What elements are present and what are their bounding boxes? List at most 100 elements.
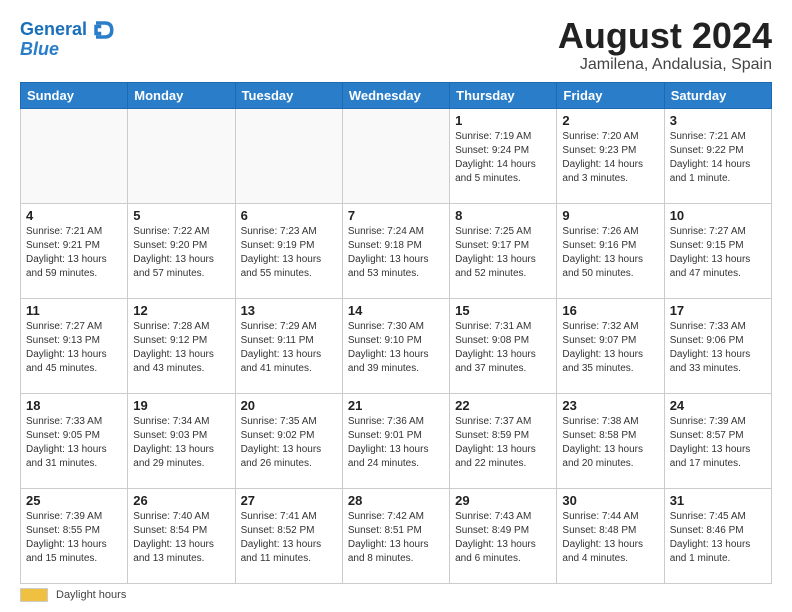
table-row: 1 Sunrise: 7:19 AM Sunset: 9:24 PM Daylig… xyxy=(450,108,557,203)
table-row: 21 Sunrise: 7:36 AM Sunset: 9:01 PM Dayli… xyxy=(342,393,449,488)
day-info: Sunrise: 7:26 AM Sunset: 9:16 PM Dayligh… xyxy=(562,225,658,281)
day-info: Sunrise: 7:31 AM Sunset: 9:08 PM Dayligh… xyxy=(455,320,551,376)
col-saturday: Saturday xyxy=(664,82,771,108)
table-row: 17Sunrise: 7:33 AM Sunset: 9:06 PM Dayli… xyxy=(664,298,771,393)
table-row: 30 Sunrise: 7:44 AM Sunset: 8:48 PM Dayli… xyxy=(557,488,664,583)
col-sunday: Sunday xyxy=(21,82,128,108)
table-row: 22 Sunrise: 7:37 AM Sunset: 8:59 PM Dayli… xyxy=(450,393,557,488)
logo-icon xyxy=(89,16,117,44)
col-thursday: Thursday xyxy=(450,82,557,108)
day-info: Sunrise: 7:34 AM Sunset: 9:03 PM Dayligh… xyxy=(133,415,229,471)
table-row: 3Sunrise: 7:21 AM Sunset: 9:22 PM Daylig… xyxy=(664,108,771,203)
day-info: Sunrise: 7:22 AM Sunset: 9:20 PM Dayligh… xyxy=(133,225,229,281)
day-info: Sunrise: 7:36 AM Sunset: 9:01 PM Dayligh… xyxy=(348,415,444,471)
table-row: 8 Sunrise: 7:25 AM Sunset: 9:17 PM Daylig… xyxy=(450,203,557,298)
footer: Daylight hours xyxy=(20,588,772,602)
table-row: 13 Sunrise: 7:29 AM Sunset: 9:11 PM Dayli… xyxy=(235,298,342,393)
logo-text: General xyxy=(20,20,87,40)
day-number: 23 xyxy=(562,398,658,413)
calendar-week-row: 25Sunrise: 7:39 AM Sunset: 8:55 PM Dayli… xyxy=(21,488,772,583)
table-row: 29 Sunrise: 7:43 AM Sunset: 8:49 PM Dayli… xyxy=(450,488,557,583)
day-number: 22 xyxy=(455,398,551,413)
day-info: Sunrise: 7:21 AM Sunset: 9:22 PM Dayligh… xyxy=(670,130,766,186)
header: General Blue August 2024 Jamilena, Andal… xyxy=(20,16,772,74)
day-number: 28 xyxy=(348,493,444,508)
day-number: 21 xyxy=(348,398,444,413)
col-monday: Monday xyxy=(128,82,235,108)
table-row xyxy=(21,108,128,203)
table-row: 23 Sunrise: 7:38 AM Sunset: 8:58 PM Dayli… xyxy=(557,393,664,488)
day-number: 26 xyxy=(133,493,229,508)
col-tuesday: Tuesday xyxy=(235,82,342,108)
day-number: 30 xyxy=(562,493,658,508)
page-title: August 2024 xyxy=(558,16,772,56)
table-row: 11 Sunrise: 7:27 AM Sunset: 9:13 PM Dayli… xyxy=(21,298,128,393)
day-info: Sunrise: 7:39 AM Sunset: 8:57 PM Dayligh… xyxy=(670,415,766,471)
day-info: Sunrise: 7:39 AM Sunset: 8:55 PM Dayligh… xyxy=(26,510,122,566)
daylight-color-box xyxy=(20,588,48,602)
day-number: 29 xyxy=(455,493,551,508)
day-number: 7 xyxy=(348,208,444,223)
day-info: Sunrise: 7:40 AM Sunset: 8:54 PM Dayligh… xyxy=(133,510,229,566)
day-info: Sunrise: 7:30 AM Sunset: 9:10 PM Dayligh… xyxy=(348,320,444,376)
day-info: Sunrise: 7:43 AM Sunset: 8:49 PM Dayligh… xyxy=(455,510,551,566)
day-number: 18 xyxy=(26,398,122,413)
calendar-week-row: 4Sunrise: 7:21 AM Sunset: 9:21 PM Daylig… xyxy=(21,203,772,298)
day-info: Sunrise: 7:44 AM Sunset: 8:48 PM Dayligh… xyxy=(562,510,658,566)
day-number: 27 xyxy=(241,493,337,508)
table-row: 14 Sunrise: 7:30 AM Sunset: 9:10 PM Dayli… xyxy=(342,298,449,393)
day-number: 10 xyxy=(670,208,766,223)
day-number: 24 xyxy=(670,398,766,413)
day-info: Sunrise: 7:20 AM Sunset: 9:23 PM Dayligh… xyxy=(562,130,658,186)
day-info: Sunrise: 7:42 AM Sunset: 8:51 PM Dayligh… xyxy=(348,510,444,566)
calendar-table: Sunday Monday Tuesday Wednesday Thursday… xyxy=(20,82,772,584)
day-info: Sunrise: 7:33 AM Sunset: 9:06 PM Dayligh… xyxy=(670,320,766,376)
daylight-label: Daylight hours xyxy=(56,589,126,601)
table-row: 24 Sunrise: 7:39 AM Sunset: 8:57 PM Dayli… xyxy=(664,393,771,488)
table-row: 7Sunrise: 7:24 AM Sunset: 9:18 PM Daylig… xyxy=(342,203,449,298)
day-info: Sunrise: 7:27 AM Sunset: 9:13 PM Dayligh… xyxy=(26,320,122,376)
table-row: 31Sunrise: 7:45 AM Sunset: 8:46 PM Dayli… xyxy=(664,488,771,583)
day-number: 19 xyxy=(133,398,229,413)
day-info: Sunrise: 7:25 AM Sunset: 9:17 PM Dayligh… xyxy=(455,225,551,281)
day-number: 1 xyxy=(455,113,551,128)
table-row: 18 Sunrise: 7:33 AM Sunset: 9:05 PM Dayli… xyxy=(21,393,128,488)
table-row xyxy=(235,108,342,203)
day-info: Sunrise: 7:29 AM Sunset: 9:11 PM Dayligh… xyxy=(241,320,337,376)
day-info: Sunrise: 7:35 AM Sunset: 9:02 PM Dayligh… xyxy=(241,415,337,471)
day-number: 15 xyxy=(455,303,551,318)
day-number: 11 xyxy=(26,303,122,318)
day-number: 9 xyxy=(562,208,658,223)
table-row: 15 Sunrise: 7:31 AM Sunset: 9:08 PM Dayli… xyxy=(450,298,557,393)
day-number: 31 xyxy=(670,493,766,508)
page: General Blue August 2024 Jamilena, Andal… xyxy=(0,0,792,612)
table-row: 5Sunrise: 7:22 AM Sunset: 9:20 PM Daylig… xyxy=(128,203,235,298)
day-number: 16 xyxy=(562,303,658,318)
day-info: Sunrise: 7:37 AM Sunset: 8:59 PM Dayligh… xyxy=(455,415,551,471)
day-number: 20 xyxy=(241,398,337,413)
table-row: 16Sunrise: 7:32 AM Sunset: 9:07 PM Dayli… xyxy=(557,298,664,393)
col-friday: Friday xyxy=(557,82,664,108)
day-info: Sunrise: 7:28 AM Sunset: 9:12 PM Dayligh… xyxy=(133,320,229,376)
table-row: 9 Sunrise: 7:26 AM Sunset: 9:16 PM Daylig… xyxy=(557,203,664,298)
table-row: 6Sunrise: 7:23 AM Sunset: 9:19 PM Daylig… xyxy=(235,203,342,298)
calendar-week-row: 18 Sunrise: 7:33 AM Sunset: 9:05 PM Dayli… xyxy=(21,393,772,488)
day-info: Sunrise: 7:33 AM Sunset: 9:05 PM Dayligh… xyxy=(26,415,122,471)
day-number: 2 xyxy=(562,113,658,128)
day-info: Sunrise: 7:38 AM Sunset: 8:58 PM Dayligh… xyxy=(562,415,658,471)
day-info: Sunrise: 7:19 AM Sunset: 9:24 PM Dayligh… xyxy=(455,130,551,186)
table-row xyxy=(342,108,449,203)
table-row: 10Sunrise: 7:27 AM Sunset: 9:15 PM Dayli… xyxy=(664,203,771,298)
calendar-header-row: Sunday Monday Tuesday Wednesday Thursday… xyxy=(21,82,772,108)
day-number: 13 xyxy=(241,303,337,318)
table-row: 12Sunrise: 7:28 AM Sunset: 9:12 PM Dayli… xyxy=(128,298,235,393)
day-info: Sunrise: 7:23 AM Sunset: 9:19 PM Dayligh… xyxy=(241,225,337,281)
table-row: 28 Sunrise: 7:42 AM Sunset: 8:51 PM Dayli… xyxy=(342,488,449,583)
day-number: 14 xyxy=(348,303,444,318)
day-info: Sunrise: 7:41 AM Sunset: 8:52 PM Dayligh… xyxy=(241,510,337,566)
table-row: 19 Sunrise: 7:34 AM Sunset: 9:03 PM Dayli… xyxy=(128,393,235,488)
logo: General Blue xyxy=(20,16,117,60)
day-number: 8 xyxy=(455,208,551,223)
table-row: 25Sunrise: 7:39 AM Sunset: 8:55 PM Dayli… xyxy=(21,488,128,583)
table-row: 26 Sunrise: 7:40 AM Sunset: 8:54 PM Dayli… xyxy=(128,488,235,583)
